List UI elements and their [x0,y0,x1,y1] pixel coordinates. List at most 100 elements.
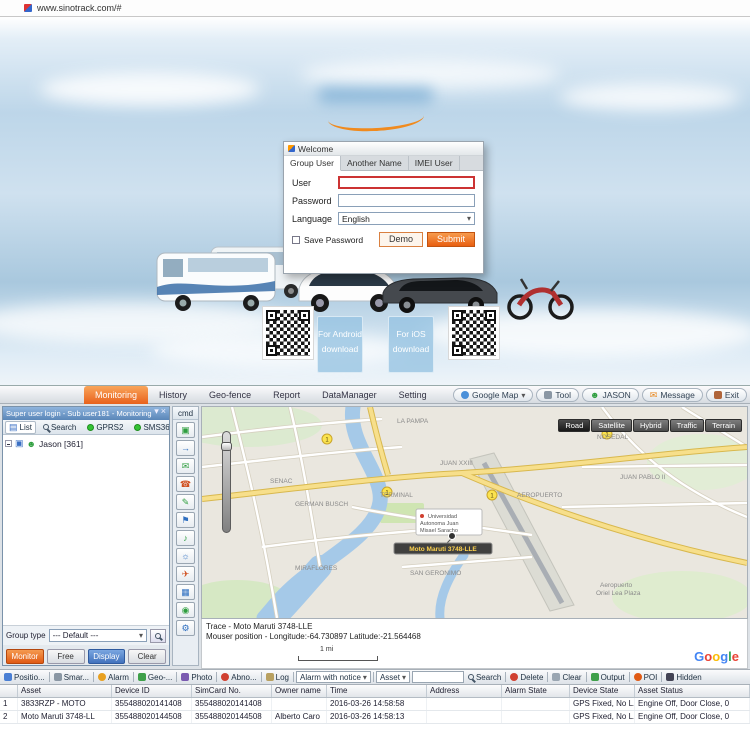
cmd-gear-button[interactable]: ⚙ [176,620,195,636]
table-row[interactable]: 1 3833RZP - MOTO 355488020141408 3554880… [0,698,750,711]
sms-button[interactable]: SMS360 [130,421,170,434]
gprs-button[interactable]: GPRS2 [83,421,127,434]
user-button[interactable]: ☻ JASON [582,388,639,402]
language-select[interactable]: English ▾ [338,212,475,225]
ios-download-button[interactable]: For iOS download [388,316,434,373]
tool-button[interactable]: Tool [536,388,579,402]
group-search-button[interactable] [150,629,166,643]
url-text: www.sinotrack.com/# [37,3,122,13]
col-address[interactable]: Address [427,685,502,697]
zoom-slider-handle[interactable] [221,442,232,451]
poi-line: Universidad [428,514,457,520]
col-asset-status[interactable]: Asset Status [635,685,750,697]
bottom-tab-alarm[interactable]: Alarm [96,673,131,682]
cmd-flag-button[interactable]: ⚑ [176,512,195,528]
user-label: JASON [602,390,630,400]
bottom-tab-geofence[interactable]: Geo-... [136,673,174,682]
list-tab[interactable]: ▤ List [5,421,36,434]
tab-datamanager[interactable]: DataManager [311,386,388,404]
search-tab-label: Search [51,423,76,432]
search-button[interactable]: Search [466,673,503,682]
tree-item-jason[interactable]: ▣ ☻ Jason [361] [5,437,167,450]
table-row[interactable]: 2 Moto Maruti 3748-LL 355488020144508 35… [0,711,750,724]
cmd-plane-button[interactable]: ✈ [176,566,195,582]
tree-expander-icon[interactable] [5,440,12,447]
logo-swoosh [327,103,424,134]
cmd-edit-button[interactable]: ✎ [176,494,195,510]
search-tab[interactable]: Search [39,421,80,434]
close-icon[interactable]: × [161,407,166,420]
alarm-notice-select[interactable]: Alarm with notice ▾ [296,671,371,683]
group-type-select[interactable]: --- Default --- ▾ [49,629,147,642]
android-download-button[interactable]: For Android download [317,316,363,373]
col-owner[interactable]: Owner name [272,685,327,697]
monitor-button[interactable]: Monitor [6,649,44,664]
bottom-tab-position[interactable]: Positio... [2,673,47,682]
tool-icon [544,391,552,399]
map-type-road[interactable]: Road [558,419,590,432]
free-button[interactable]: Free [47,649,85,664]
clear-button[interactable]: Clear [550,673,583,682]
asset-filter-select[interactable]: Asset ▾ [376,671,410,683]
col-device-state[interactable]: Device State [570,685,635,697]
map-type-satellite[interactable]: Satellite [591,419,632,432]
message-button[interactable]: ✉ Message [642,388,703,402]
bottom-tab-photo[interactable]: Photo [179,673,214,682]
submit-button[interactable]: Submit [427,232,475,247]
cmd-screen-button[interactable]: ▣ [176,422,195,438]
map-canvas[interactable]: 1 1 1 1 LA PAMPA NOSEDAL SENAC JUAN XXII… [201,406,748,619]
map-label: SAN GERONIMO [410,570,461,577]
asset-search-input[interactable] [412,671,464,683]
bottom-tab-log[interactable]: Log [264,673,291,682]
plane-icon: ✈ [182,569,190,580]
display-button[interactable]: Display [88,649,126,664]
col-alarm-state[interactable]: Alarm State [502,685,570,697]
tab-history[interactable]: History [148,386,198,404]
cmd-mail-button[interactable]: ✉ [176,458,195,474]
browser-address-bar[interactable]: www.sinotrack.com/# [0,0,750,17]
cmd-grid-button[interactable]: ▦ [176,584,195,600]
tab-monitoring[interactable]: Monitoring [84,386,148,404]
trace-info-strip: Trace - Moto Maruti 3748-LLE Mouser posi… [201,619,748,669]
map-provider-select[interactable]: Google Map ▾ [453,388,533,402]
map-type-traffic[interactable]: Traffic [670,419,704,432]
poi-button[interactable]: POI [632,673,660,682]
demo-button[interactable]: Demo [379,232,423,247]
password-field[interactable] [338,194,475,207]
tab-another-name[interactable]: Another Name [341,156,409,170]
output-button[interactable]: Output [589,673,627,682]
cmd-target-button[interactable]: ◉ [176,602,195,618]
bottom-tab-abnormal[interactable]: Abno... [219,673,258,682]
col-device-id[interactable]: Device ID [112,685,192,697]
zoom-slider[interactable] [222,431,231,533]
chevron-down-icon: ▾ [521,391,525,400]
col-simcard[interactable]: SimCard No. [192,685,272,697]
google-letter: G [694,649,704,664]
cmd-sun-button[interactable]: ☼ [176,548,195,564]
exit-button[interactable]: Exit [706,388,747,402]
user-field[interactable] [338,176,475,189]
bottom-tab-smart[interactable]: Smar... [52,673,91,682]
delete-button[interactable]: Delete [508,673,545,682]
save-password-checkbox[interactable] [292,236,300,244]
map-type-terrain[interactable]: Terrain [705,419,742,432]
search-icon [468,674,474,680]
cmd-phone-button[interactable]: ☎ [176,476,195,492]
col-time[interactable]: Time [327,685,427,697]
map-label: SENAC [270,478,293,485]
tab-report[interactable]: Report [262,386,311,404]
tab-geo-fence[interactable]: Geo-fence [198,386,262,404]
tab-setting[interactable]: Setting [388,386,438,404]
alarm-bell-icon [98,673,106,681]
clear-button[interactable]: Clear [128,649,166,664]
cmd-send-button[interactable]: → [176,440,195,456]
collapse-icon[interactable]: ▾ [154,407,159,420]
tab-imei-user[interactable]: IMEI User [409,156,460,170]
col-asset[interactable]: Asset [18,685,112,697]
cell-asset: Moto Maruti 3748-LL [18,711,112,723]
hidden-button[interactable]: Hidden [664,673,703,682]
tab-group-user[interactable]: Group User [284,156,341,171]
cmd-audio-button[interactable]: ♪ [176,530,195,546]
search-icon [43,424,49,430]
map-type-hybrid[interactable]: Hybrid [633,419,669,432]
